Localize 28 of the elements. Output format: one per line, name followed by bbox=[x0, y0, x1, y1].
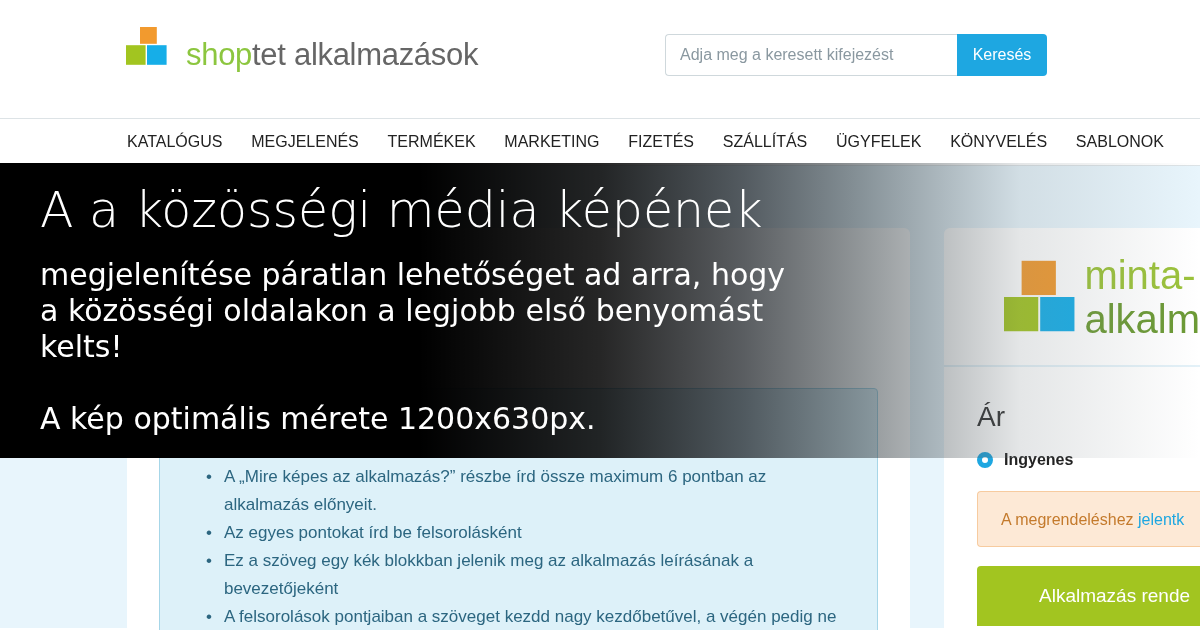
radio-button[interactable] bbox=[977, 452, 993, 468]
nav-link[interactable]: TERMÉKEK bbox=[387, 133, 476, 151]
bullet-item: A „Mire képes az alkalmazás?” részbe írd össze maximum 6 pontban az alkalmazás előnyeit. bbox=[223, 466, 768, 516]
notice-text: A megrendeléshez jelentk bbox=[977, 491, 1200, 547]
nav-link[interactable]: KATALÓGUS bbox=[127, 133, 223, 151]
banner-title: A a közösségi média képének bbox=[40, 183, 763, 239]
nav-link[interactable]: FIZETÉS bbox=[628, 133, 694, 151]
search-field[interactable]: Adja meg a keresett kifejezést bbox=[665, 34, 957, 76]
nav-link[interactable]: MARKETING bbox=[504, 133, 600, 151]
nav-link[interactable]: KÖNYVELÉS bbox=[950, 133, 1048, 151]
nav-link[interactable]: SABLONOK bbox=[1075, 133, 1164, 151]
nav-link[interactable]: MEGJELENÉS bbox=[251, 133, 359, 151]
price-label: Ár bbox=[977, 401, 1006, 433]
bullet-item: A felsorolások pontjaiban a szöveget kezdd nagy kezdőbetűvel, a végén pedig ne bbox=[223, 606, 837, 628]
bullet-marker: • bbox=[206, 550, 212, 572]
bullet-marker: • bbox=[206, 522, 212, 544]
nav-link[interactable]: SZÁLLÍTÁS bbox=[722, 133, 808, 151]
bullet-marker: • bbox=[206, 606, 212, 628]
banner-note: A kép optimális mérete 1200x630px. bbox=[40, 401, 596, 437]
logo-text[interactable]: shoptet alkalmazások bbox=[186, 37, 479, 73]
nav-link[interactable]: ÜGYFELEK bbox=[836, 133, 922, 151]
banner-text: megjelenítése páratlan lehetőséget ad arra, hogy a közösségi oldalakon a legjobb első benyomást kelts! bbox=[40, 257, 787, 365]
logo-text: minta- alkalm bbox=[1084, 252, 1200, 341]
logo-icon bbox=[1004, 259, 1077, 334]
radio-label: Ingyenes bbox=[1004, 451, 1074, 469]
bullet-item: Ez a szöveg egy kék blokkban jelenik meg az alkalmazás leírásának a bevezetőjeként bbox=[223, 550, 755, 600]
bullet-item: Az egyes pontokat írd be felsorolásként bbox=[223, 522, 522, 544]
bullet-marker: • bbox=[206, 466, 212, 488]
